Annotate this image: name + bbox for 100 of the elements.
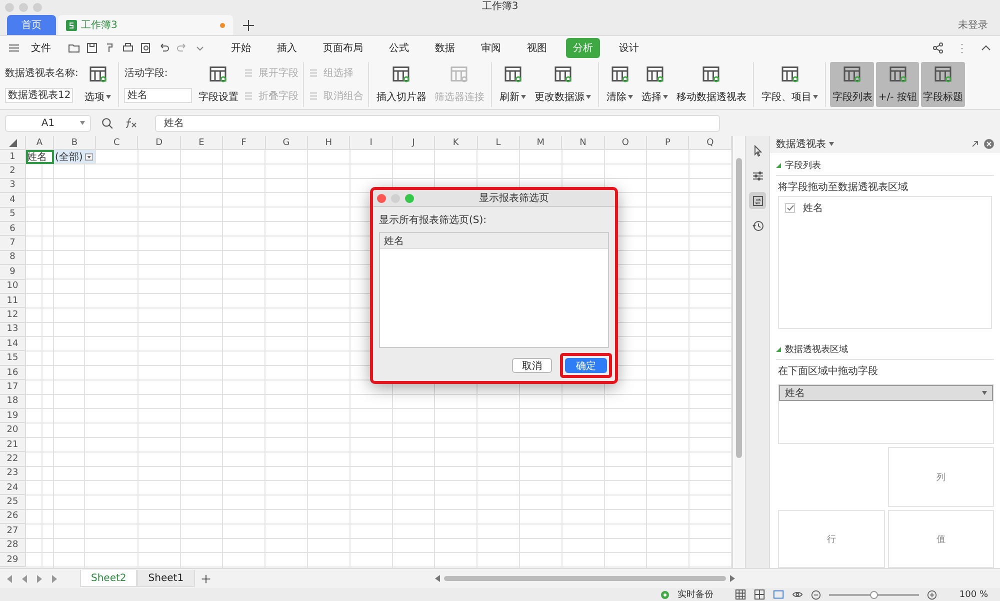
formula-field[interactable]: 姓名 [155, 114, 720, 132]
column-header[interactable]: B [54, 136, 96, 150]
ribbon-button[interactable]: 字段设置 [196, 62, 240, 107]
menu-tab[interactable]: 数据 [428, 38, 462, 58]
ribbon-button[interactable]: 移动数据透视表 [674, 62, 748, 107]
row-header[interactable]: 22 [0, 452, 26, 467]
row-header[interactable]: 16 [0, 366, 26, 380]
table-cell[interactable]: (全部) [54, 150, 96, 164]
checkbox[interactable] [785, 202, 795, 213]
print-icon[interactable] [122, 42, 134, 54]
column-header[interactable]: H [308, 136, 350, 150]
cancel-button[interactable]: 取消 [512, 358, 552, 373]
ok-button[interactable]: 确定 [565, 358, 607, 373]
row-header[interactable]: 26 [0, 510, 26, 524]
backup-status[interactable]: 实时备份 [677, 588, 714, 601]
column-header[interactable]: J [392, 136, 436, 150]
ribbon-button[interactable]: 选择 [639, 62, 670, 107]
ribbon-button[interactable]: 选项 [82, 62, 114, 107]
row-header[interactable]: 7 [0, 236, 26, 251]
row-header[interactable]: 23 [0, 466, 26, 481]
column-header[interactable]: M [520, 136, 562, 150]
column-header[interactable]: A [26, 136, 54, 150]
add-sheet-icon[interactable] [200, 574, 211, 584]
folder-icon[interactable] [68, 42, 80, 54]
text-field[interactable]: 姓名 [124, 88, 192, 103]
filter-dropdown-icon[interactable] [84, 152, 93, 161]
column-header[interactable]: P [647, 136, 690, 150]
menu-tab[interactable]: 审阅 [474, 38, 508, 58]
sheet-tab[interactable]: Sheet1 [137, 570, 195, 587]
row-header[interactable]: 6 [0, 222, 26, 236]
row-header[interactable]: 11 [0, 294, 26, 308]
scrollbar-thumb[interactable] [736, 158, 742, 458]
menu-tab[interactable]: 文件 [24, 38, 58, 58]
ribbon-button[interactable]: 清除 [604, 62, 636, 107]
column-header[interactable]: I [350, 136, 393, 150]
row-header[interactable]: 18 [0, 394, 26, 410]
expand-icon[interactable] [970, 139, 980, 150]
page-view-icon[interactable] [754, 589, 766, 600]
field-name[interactable]: 姓名 [803, 200, 823, 215]
row-header[interactable]: 19 [0, 409, 26, 424]
ribbon-button[interactable]: 更改数据源 [532, 62, 594, 107]
row-header[interactable]: 24 [0, 480, 26, 496]
menu-icon[interactable] [8, 42, 20, 54]
table-cell[interactable]: 姓名 [26, 150, 54, 164]
row-header[interactable]: 9 [0, 265, 26, 280]
row-header[interactable]: 5 [0, 208, 26, 222]
column-header[interactable]: C [96, 136, 138, 150]
row-header[interactable]: 15 [0, 351, 26, 366]
document-tab[interactable]: 工作簿3 [58, 15, 233, 35]
row-header[interactable]: 10 [0, 280, 26, 294]
area-field[interactable]: 姓名 [779, 385, 993, 401]
ribbon-button[interactable]: 字段标题 [920, 62, 965, 107]
arrow-icon[interactable] [435, 575, 440, 582]
ribbon-button[interactable]: +/- 按钮 [876, 62, 919, 107]
sheet-tab[interactable]: Sheet2 [80, 570, 138, 587]
row-header[interactable]: 25 [0, 495, 26, 510]
menu-tab[interactable]: 页面布局 [316, 38, 370, 58]
skip-arrow-icon[interactable] [51, 574, 58, 582]
row-header[interactable]: 2 [0, 164, 26, 179]
zoom-in-icon[interactable] [927, 590, 938, 600]
select-all-icon[interactable] [8, 138, 16, 146]
preview-icon[interactable] [140, 42, 152, 54]
row-header[interactable]: 17 [0, 380, 26, 395]
row-header[interactable]: 14 [0, 337, 26, 352]
row-header[interactable]: 29 [0, 552, 26, 568]
save-icon[interactable] [86, 42, 98, 54]
scrollbar-thumb[interactable] [444, 576, 726, 581]
row-header[interactable]: 28 [0, 538, 26, 553]
eye-icon[interactable] [792, 589, 804, 600]
row-header[interactable]: 4 [0, 193, 26, 208]
column-header[interactable]: E [180, 136, 224, 150]
column-header[interactable]: F [223, 136, 266, 150]
zoom-icon[interactable] [101, 116, 114, 130]
row-header[interactable]: 1 [0, 150, 26, 164]
menu-tab[interactable]: 开始 [224, 38, 258, 58]
grid-view-icon[interactable] [735, 589, 746, 600]
column-header[interactable]: Q [689, 136, 732, 150]
slider-thumb[interactable] [870, 590, 878, 598]
name-box[interactable]: A1 [5, 114, 91, 132]
column-header[interactable]: D [138, 136, 181, 150]
undo-icon[interactable] [158, 42, 170, 54]
menu-tab[interactable]: 插入 [270, 38, 304, 58]
row-header[interactable]: 3 [0, 178, 26, 194]
menu-tab[interactable]: 视图 [520, 38, 554, 58]
arrow-icon[interactable] [730, 575, 735, 582]
row-header[interactable]: 27 [0, 524, 26, 539]
row-header[interactable]: 12 [0, 308, 26, 323]
column-header[interactable]: O [604, 136, 648, 150]
ribbon-button[interactable]: 字段列表 [830, 62, 874, 107]
share-icon[interactable] [932, 42, 944, 54]
skip-arrow-icon[interactable] [6, 574, 13, 582]
row-header[interactable]: 8 [0, 250, 26, 266]
text-field[interactable]: 数据透视表12 [5, 88, 73, 103]
layout-view-icon[interactable] [773, 589, 784, 600]
menu-tab[interactable]: 设计 [612, 38, 646, 58]
row-header[interactable]: 13 [0, 322, 26, 338]
ribbon-button[interactable]: 字段、项目 [759, 62, 820, 107]
menu-tab[interactable]: 公式 [382, 38, 416, 58]
row-header[interactable]: 20 [0, 423, 26, 438]
add-tab-icon[interactable] [243, 20, 254, 31]
